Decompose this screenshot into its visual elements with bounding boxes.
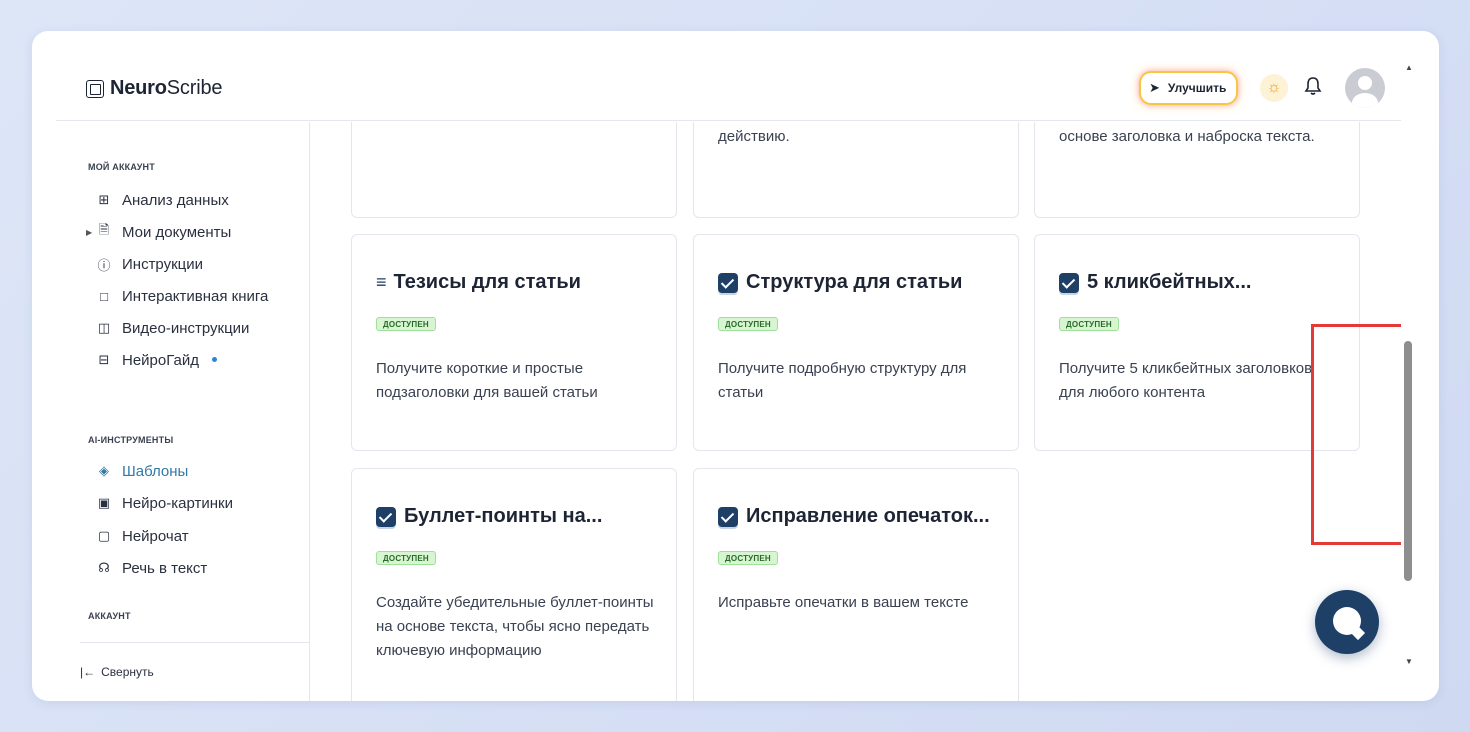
template-card[interactable] — [351, 122, 677, 218]
sidebar-item-instructions[interactable]: ⓘ Инструкции — [96, 252, 203, 276]
sidebar-item-neuro-images[interactable]: ▣ Нейро-картинки — [96, 491, 233, 515]
app-window: NeuroScribe ➤ Улучшить ☼ МОЙ АККАУНТ ⊞ А… — [32, 31, 1439, 701]
card-description: Создайте убедительные буллет-поинты на о… — [376, 594, 654, 659]
status-badge: ДОСТУПЕН — [376, 551, 436, 565]
top-header: NeuroScribe ➤ Улучшить ☼ — [56, 31, 1401, 121]
support-chat-button[interactable] — [1315, 590, 1379, 654]
image-icon: ▣ — [97, 495, 111, 510]
video-icon: ◫ — [97, 320, 111, 335]
card-title: Исправление опечаток... — [718, 505, 990, 528]
template-card[interactable]: основе заголовка и наброска текста. — [1034, 122, 1360, 218]
section-title-account: АККАУНТ — [88, 611, 131, 621]
scroll-up-arrow-icon[interactable]: ▲ — [1405, 63, 1413, 72]
sidebar-divider — [80, 642, 310, 643]
help-circle-icon: ⓘ — [97, 257, 111, 273]
templates-grid: действию. основе заголовка и наброска те… — [311, 122, 1401, 701]
layout-icon: ⊟ — [98, 352, 110, 367]
chat-icon: ▢ — [97, 528, 111, 543]
card-description: Получите подробную структуру для статьи — [718, 360, 967, 401]
logo[interactable]: NeuroScribe — [86, 77, 222, 100]
template-card-bullet-points[interactable]: Буллет-поинты на... ДОСТУПЕН Создайте уб… — [351, 468, 677, 701]
sidebar-item-templates[interactable]: ◈ Шаблоны — [96, 459, 188, 483]
rocket-icon: ➤ — [1149, 80, 1160, 95]
section-title-my-account: МОЙ АККАУНТ — [88, 162, 155, 172]
sidebar-item-neurochat[interactable]: ▢ Нейрочат — [96, 524, 189, 548]
status-badge: ДОСТУПЕН — [1059, 317, 1119, 331]
headphones-icon: ☊ — [98, 560, 110, 575]
scroll-down-arrow-icon[interactable]: ▼ — [1405, 657, 1413, 666]
new-indicator-dot — [212, 356, 217, 362]
checkbox-icon — [376, 506, 396, 527]
sidebar-item-neuroguide[interactable]: ⊟ НейроГайд — [96, 348, 217, 372]
card-title: 5 кликбейтных... — [1059, 271, 1251, 294]
card-title: Структура для статьи — [718, 271, 962, 294]
scrollbar-thumb[interactable] — [1404, 341, 1412, 581]
grid-icon: ⊞ — [98, 192, 110, 207]
template-card[interactable]: действию. — [693, 122, 1019, 218]
template-card-structure[interactable]: Структура для статьи ДОСТУПЕН Получите п… — [693, 234, 1019, 451]
book-icon: □ — [100, 288, 108, 304]
sidebar-item-my-documents[interactable]: 🗎 Мои документы — [96, 220, 232, 244]
sidebar-item-interactive-book[interactable]: □ Интерактивная книга — [96, 284, 268, 308]
status-badge: ДОСТУПЕН — [718, 551, 778, 565]
checkbox-icon — [1059, 272, 1079, 293]
card-description: Получите короткие и простые подзаголовки… — [376, 360, 598, 401]
notifications-bell-icon[interactable] — [1304, 76, 1322, 101]
logo-text: NeuroScribe — [110, 77, 223, 99]
sidebar-item-speech-to-text[interactable]: ☊ Речь в текст — [96, 556, 207, 580]
sidebar-item-video-instructions[interactable]: ◫ Видео-инструкции — [96, 316, 250, 340]
card-description: Исправьте опечатки в вашем тексте — [718, 594, 969, 611]
section-title-ai-tools: AI-ИНСТРУМЕНТЫ — [88, 435, 174, 445]
caret-right-icon[interactable]: ▶ — [86, 228, 92, 237]
layers-icon: ◈ — [99, 463, 109, 478]
status-badge: ДОСТУПЕН — [376, 317, 436, 331]
theme-toggle-sun-icon[interactable]: ☼ — [1260, 74, 1288, 102]
document-icon: 🗎 — [98, 222, 110, 237]
numbered-list-icon: ≡ — [376, 272, 386, 292]
upgrade-label: Улучшить — [1167, 81, 1227, 95]
template-card-typo-fix[interactable]: Исправление опечаток... ДОСТУПЕН Исправь… — [693, 468, 1019, 701]
logo-icon — [86, 79, 104, 98]
card-title: Буллет-поинты на... — [376, 505, 602, 528]
sidebar-item-data-analysis[interactable]: ⊞ Анализ данных — [96, 188, 229, 212]
template-card-clickbait[interactable]: 5 кликбейтных... ДОСТУПЕН Получите 5 кли… — [1034, 234, 1360, 451]
sidebar: МОЙ АККАУНТ ⊞ Анализ данных ▶ 🗎 Мои доку… — [56, 122, 310, 701]
upgrade-button[interactable]: ➤ Улучшить — [1141, 73, 1237, 103]
checkbox-icon — [718, 506, 738, 527]
user-avatar[interactable] — [1345, 68, 1385, 108]
card-description: Получите 5 кликбейтных заголовков для лю… — [1059, 360, 1313, 401]
collapse-arrow-icon: |← — [80, 665, 96, 679]
collapse-sidebar-button[interactable]: |← Свернуть — [80, 665, 154, 679]
card-title: ≡ Тезисы для статьи — [376, 271, 581, 293]
checkbox-icon — [718, 272, 738, 293]
status-badge: ДОСТУПЕН — [718, 317, 778, 331]
template-card-theses[interactable]: ≡ Тезисы для статьи ДОСТУПЕН Получите ко… — [351, 234, 677, 451]
